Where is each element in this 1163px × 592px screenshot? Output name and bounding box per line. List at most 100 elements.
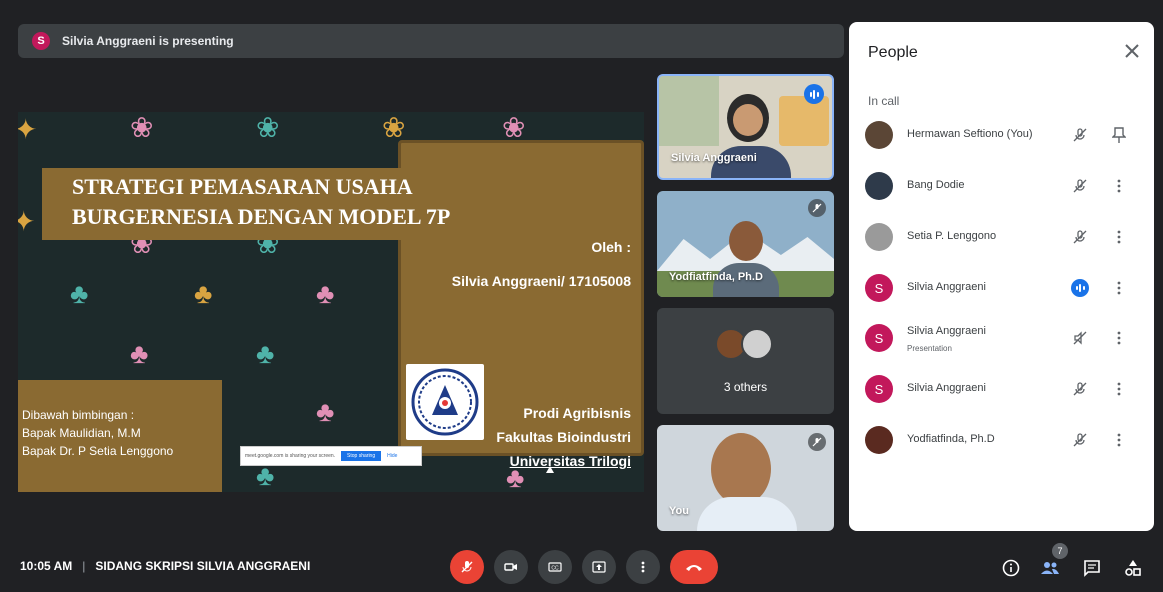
mic-off-icon[interactable] [1069,124,1091,146]
camera-icon [504,563,517,571]
leaf-decoration: ❀ [130,112,154,143]
hide-banner-button[interactable]: Hide [387,453,397,459]
others-avatars [715,328,773,360]
more-vert-icon[interactable] [1111,378,1127,400]
activities-icon [1125,560,1141,576]
participant-tile[interactable]: Silvia Anggraeni [657,74,834,180]
more-vert-icon [641,561,645,573]
more-options-button[interactable] [626,550,660,584]
close-icon[interactable] [1121,40,1143,62]
meeting-details-button[interactable] [999,556,1023,580]
participant-face [729,221,763,261]
participant-name: Yodfiatfinda, Ph.D [907,433,995,445]
tile-name: You [669,505,689,517]
more-vert-icon[interactable] [1111,429,1127,451]
current-time: 10:05 AM [20,559,73,573]
mic-off-icon[interactable] [1069,378,1091,400]
more-vert-icon[interactable] [1111,226,1127,248]
hang-up-icon [686,565,702,571]
leaf-decoration: ❀ [382,112,406,143]
info-icon [1002,559,1020,577]
participant-face [711,433,771,505]
participant-count-badge: 7 [1052,543,1068,559]
stop-sharing-button[interactable]: Stop sharing [341,451,382,461]
university-logo [406,364,484,440]
participant-row[interactable]: S Silvia Anggraeni Presentation [849,318,1154,368]
leaf-decoration: ❀ [502,112,526,143]
avatar: S [865,274,893,302]
in-call-heading: In call [868,94,900,108]
more-vert-icon[interactable] [1111,175,1127,197]
supervisor-1: Bapak Maulidian, M.M [22,426,141,440]
speaking-indicator-icon[interactable] [1069,277,1091,299]
participant-row[interactable]: S Silvia Anggraeni [849,268,1154,318]
participant-subtitle: Presentation [907,344,952,353]
participant-name: Setia P. Lenggono [907,230,997,242]
meeting-name: SIDANG SKRIPSI SILVIA ANGGRAENI [95,559,311,573]
captions-icon: CC [548,562,562,572]
slide-oleh-label: Oleh : [591,239,631,255]
tile-name: Silvia Anggraeni [671,152,757,164]
camera-toggle-button[interactable] [494,550,528,584]
chat-icon [1084,560,1100,577]
supervisor-list: Dibawah bimbingan : Bapak Maulidian, M.M… [22,406,173,460]
mouse-cursor-icon [546,466,554,473]
meet-window: S Silvia Anggraeni is presenting ✦ ❀ ❀ ❀… [0,0,1163,592]
participant-name: Hermawan Seftiono (You) [907,128,1033,140]
participant-row[interactable]: S Silvia Anggraeni [849,369,1154,419]
leaf-decoration: ♣ [316,278,335,309]
leaf-decoration: ♣ [316,396,335,427]
participant-tile[interactable]: Yodfiatfinda, Ph.D [657,191,834,297]
participant-name: Silvia Anggraeni [907,382,986,394]
speaking-indicator-icon [804,84,824,104]
presenter-avatar: S [32,32,50,50]
mic-off-icon[interactable] [1069,226,1091,248]
mic-off-icon [808,433,826,451]
share-banner-text: meet.google.com is sharing your screen. [245,453,336,459]
pin-icon[interactable] [1111,124,1127,146]
self-tile[interactable]: You [657,425,834,531]
leaf-decoration: ♣ [194,278,213,309]
present-icon [592,561,606,573]
participant-row[interactable]: Yodfiatfinda, Ph.D [849,420,1154,470]
supervisor-2: Bapak Dr. P Setia Lenggono [22,444,174,458]
slide-institution: Prodi Agribisnis Fakultas Bioindustri Un… [496,401,631,473]
mic-off-icon [808,199,826,217]
more-vert-icon[interactable] [1111,277,1127,299]
mic-toggle-button[interactable] [450,550,484,584]
more-vert-icon[interactable] [1111,327,1127,349]
others-tile[interactable]: 3 others [657,308,834,414]
leaf-decoration: ✦ [18,206,36,237]
slide-title: STRATEGI PEMASARAN USAHA BURGERNESIA DEN… [72,174,451,229]
panel-title: People [868,44,918,61]
presenting-label: Silvia Anggraeni is presenting [62,34,234,48]
chat-button[interactable] [1080,556,1104,580]
participant-body [697,497,797,531]
avatar [741,328,773,360]
leaf-decoration: ♣ [256,338,275,369]
screen-share-banner: meet.google.com is sharing your screen. … [240,446,422,466]
svg-text:CC: CC [551,566,559,572]
avatar: S [865,324,893,352]
people-button[interactable] [1038,556,1062,580]
avatar [865,223,893,251]
participant-row[interactable]: Bang Dodie [849,166,1154,216]
meeting-info: 10:05 AM | SIDANG SKRIPSI SILVIA ANGGRAE… [20,559,310,573]
mic-off-icon[interactable] [1069,429,1091,451]
leaf-decoration: ♣ [70,278,89,309]
presentation-audio-off-icon[interactable] [1069,327,1091,349]
slide-program: Prodi Agribisnis [523,405,631,421]
leave-call-button[interactable] [670,550,718,584]
participant-row[interactable]: Hermawan Seftiono (You) [849,115,1154,165]
shared-screen: ✦ ❀ ❀ ❀ ❀ ❀ ❀ ✦ ♣ ♣ ♣ ♣ ♣ ♣ ♣ ♣ Oleh : S… [18,112,644,492]
separator: | [82,559,86,573]
slide-faculty: Fakultas Bioindustri [496,429,631,445]
leaf-decoration: ♣ [130,338,149,369]
captions-button[interactable]: CC [538,550,572,584]
participant-row[interactable]: Setia P. Lenggono [849,217,1154,267]
avatar [865,121,893,149]
present-button[interactable] [582,550,616,584]
wall-poster [779,96,829,146]
activities-button[interactable] [1121,556,1145,580]
mic-off-icon[interactable] [1069,175,1091,197]
